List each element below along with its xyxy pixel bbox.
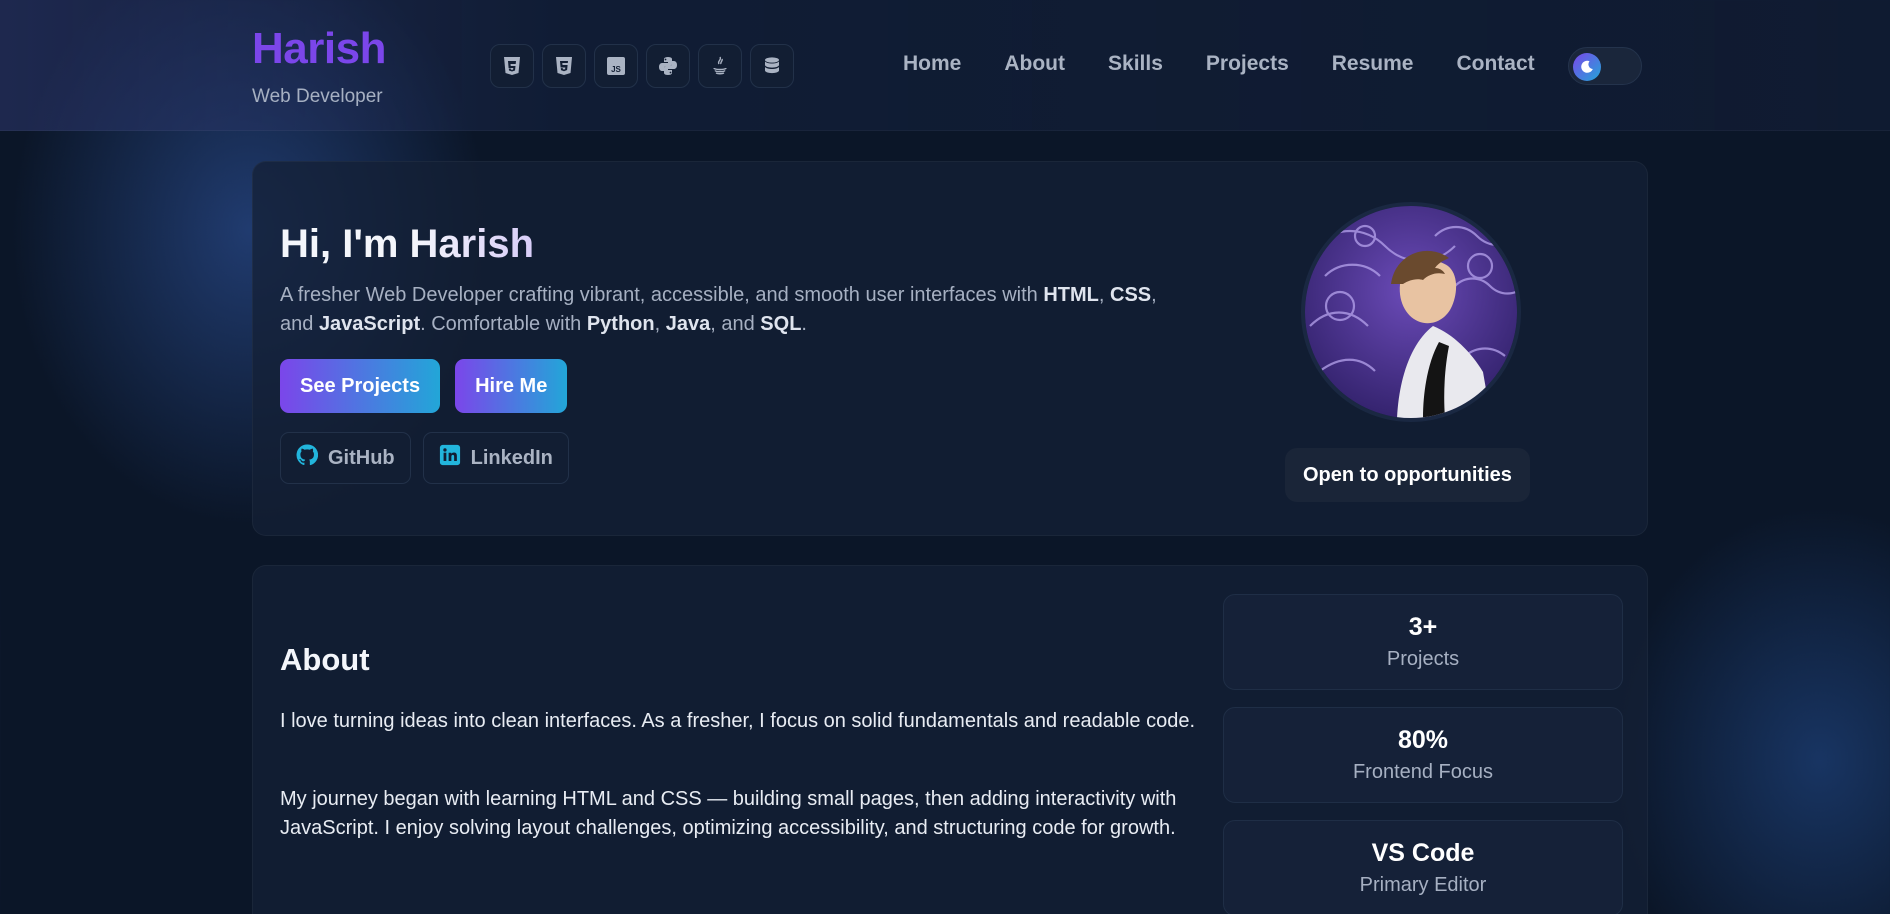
css3-icon bbox=[542, 44, 586, 88]
github-link[interactable]: GitHub bbox=[280, 432, 411, 484]
theme-toggle[interactable] bbox=[1568, 47, 1642, 85]
stat-card-frontend-focus: 80% Frontend Focus bbox=[1223, 707, 1623, 803]
about-paragraph-2: My journey began with learning HTML and … bbox=[280, 788, 1177, 839]
main-nav: Home About Skills Projects Resume Contac… bbox=[903, 52, 1535, 76]
moon-icon bbox=[1573, 53, 1601, 81]
linkedin-label: LinkedIn bbox=[470, 446, 553, 469]
stat-value: 80% bbox=[1397, 726, 1449, 754]
status-badge: Open to opportunities bbox=[1285, 448, 1530, 502]
stat-card-editor: VS Code Primary Editor bbox=[1223, 820, 1623, 914]
linkedin-link[interactable]: LinkedIn bbox=[422, 432, 569, 484]
social-links: GitHub LinkedIn bbox=[280, 432, 569, 484]
stat-value: VS Code bbox=[1371, 839, 1475, 867]
svg-text:JS: JS bbox=[611, 65, 621, 74]
nav-skills[interactable]: Skills bbox=[1108, 52, 1163, 76]
brand[interactable]: Harish Web Developer bbox=[252, 24, 386, 108]
github-icon bbox=[296, 444, 319, 472]
database-icon bbox=[750, 44, 794, 88]
about-paragraph-1: I love turning ideas into clean interfac… bbox=[280, 710, 1196, 732]
python-icon bbox=[646, 44, 690, 88]
about-title: About bbox=[280, 642, 370, 677]
stat-label: Primary Editor bbox=[1359, 874, 1487, 896]
nav-resume[interactable]: Resume bbox=[1332, 52, 1414, 76]
stat-label: Frontend Focus bbox=[1352, 761, 1494, 783]
site-header: Harish Web Developer JS Home About Skill… bbox=[0, 0, 1890, 131]
javascript-icon: JS bbox=[594, 44, 638, 88]
linkedin-icon bbox=[439, 444, 461, 472]
nav-home[interactable]: Home bbox=[903, 52, 961, 76]
hero-name: Harish bbox=[409, 222, 535, 266]
stat-label: Projects bbox=[1386, 648, 1460, 670]
github-label: GitHub bbox=[328, 446, 395, 469]
stat-value: 3+ bbox=[1408, 613, 1438, 641]
tech-icons-row: JS bbox=[490, 44, 794, 88]
hero-cta-row: See Projects Hire Me bbox=[280, 359, 568, 413]
nav-projects[interactable]: Projects bbox=[1206, 52, 1289, 76]
html5-icon bbox=[490, 44, 534, 88]
avatar bbox=[1301, 202, 1521, 422]
java-icon bbox=[698, 44, 742, 88]
hero-description: A fresher Web Developer crafting vibrant… bbox=[280, 284, 1157, 335]
nav-about[interactable]: About bbox=[1004, 52, 1065, 76]
nav-contact[interactable]: Contact bbox=[1456, 52, 1534, 76]
hire-me-button[interactable]: Hire Me bbox=[455, 359, 568, 413]
about-card: About I love turning ideas into clean in… bbox=[252, 565, 1648, 914]
brand-subtitle: Web Developer bbox=[252, 86, 383, 107]
see-projects-button[interactable]: See Projects bbox=[280, 359, 441, 413]
stat-card-projects: 3+ Projects bbox=[1223, 594, 1623, 690]
brand-name[interactable]: Harish bbox=[252, 24, 386, 74]
hero-title: Hi, I'm Harish bbox=[280, 222, 535, 266]
hero-card: Hi, I'm Harish A fresher Web Developer c… bbox=[252, 161, 1648, 536]
